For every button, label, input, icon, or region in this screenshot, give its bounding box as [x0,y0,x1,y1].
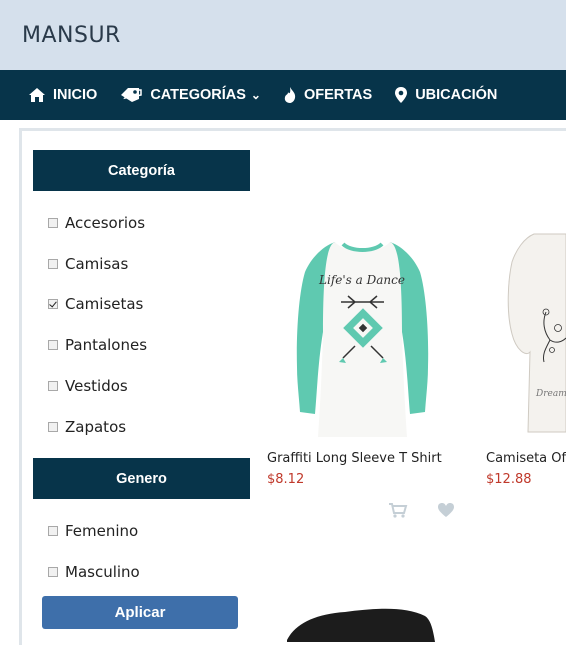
checkbox-icon[interactable] [48,340,58,350]
filter-zapatos[interactable]: Zapatos [48,418,126,436]
map-pin-icon [395,87,408,103]
shirt-print-text: Life's a Dance [318,273,405,287]
fire-icon [284,87,296,103]
nav-label: CATEGORÍAS [150,87,246,103]
checkbox-icon[interactable] [48,218,58,228]
category-filter-header: Categoría [33,150,250,191]
nav-label: UBICACIÓN [415,87,498,103]
filter-accesorios[interactable]: Accesorios [48,214,145,232]
nav-item-ofertas[interactable]: OFERTAS [283,86,372,104]
nav-item-ubicacion[interactable]: UBICACIÓN [394,86,497,104]
filter-vestidos[interactable]: Vestidos [48,377,128,395]
product-image-camiseta[interactable]: Dream [506,232,566,442]
checkbox-checked-icon[interactable] [48,299,58,309]
checkbox-icon[interactable] [48,422,58,432]
product-image-graffiti-tee[interactable]: Life's a Dance [285,232,440,442]
checkbox-icon[interactable] [48,259,58,269]
brand-logo[interactable]: MANSUR [22,23,121,48]
nav-item-inicio[interactable]: INICIO [28,87,97,103]
filter-pantalones[interactable]: Pantalones [48,336,147,354]
checkbox-icon[interactable] [48,381,58,391]
svg-text:Dream: Dream [535,389,566,399]
product-price: $12.88 [486,472,532,487]
product-name[interactable]: Camiseta Of [486,451,566,466]
main-nav: INICIO CATEGORÍAS ⌄ OFERTAS UBICACIÓN [0,70,566,120]
product-image-offshoulder[interactable] [285,600,435,642]
tag-icon [121,88,143,102]
nav-label: OFERTAS [303,87,373,103]
nav-label: INICIO [53,87,98,103]
product-name[interactable]: Graffiti Long Sleeve T Shirt [267,451,442,466]
checkbox-icon[interactable] [48,526,58,536]
checkbox-icon[interactable] [48,567,58,577]
gender-filter-header: Genero [33,458,250,499]
add-to-cart-icon[interactable] [388,502,408,518]
apply-filters-button[interactable]: Aplicar [42,596,238,629]
filter-camisetas[interactable]: Camisetas [48,295,143,313]
nav-item-categorias[interactable]: CATEGORÍAS ⌄ [119,86,261,104]
filter-femenino[interactable]: Femenino [48,522,138,540]
chevron-down-icon: ⌄ [250,88,261,102]
top-header: MANSUR [0,0,566,70]
wishlist-heart-icon[interactable] [437,502,455,518]
home-icon [29,88,45,102]
product-price: $8.12 [267,472,305,487]
filter-camisas[interactable]: Camisas [48,255,128,273]
filter-masculino[interactable]: Masculino [48,563,140,581]
